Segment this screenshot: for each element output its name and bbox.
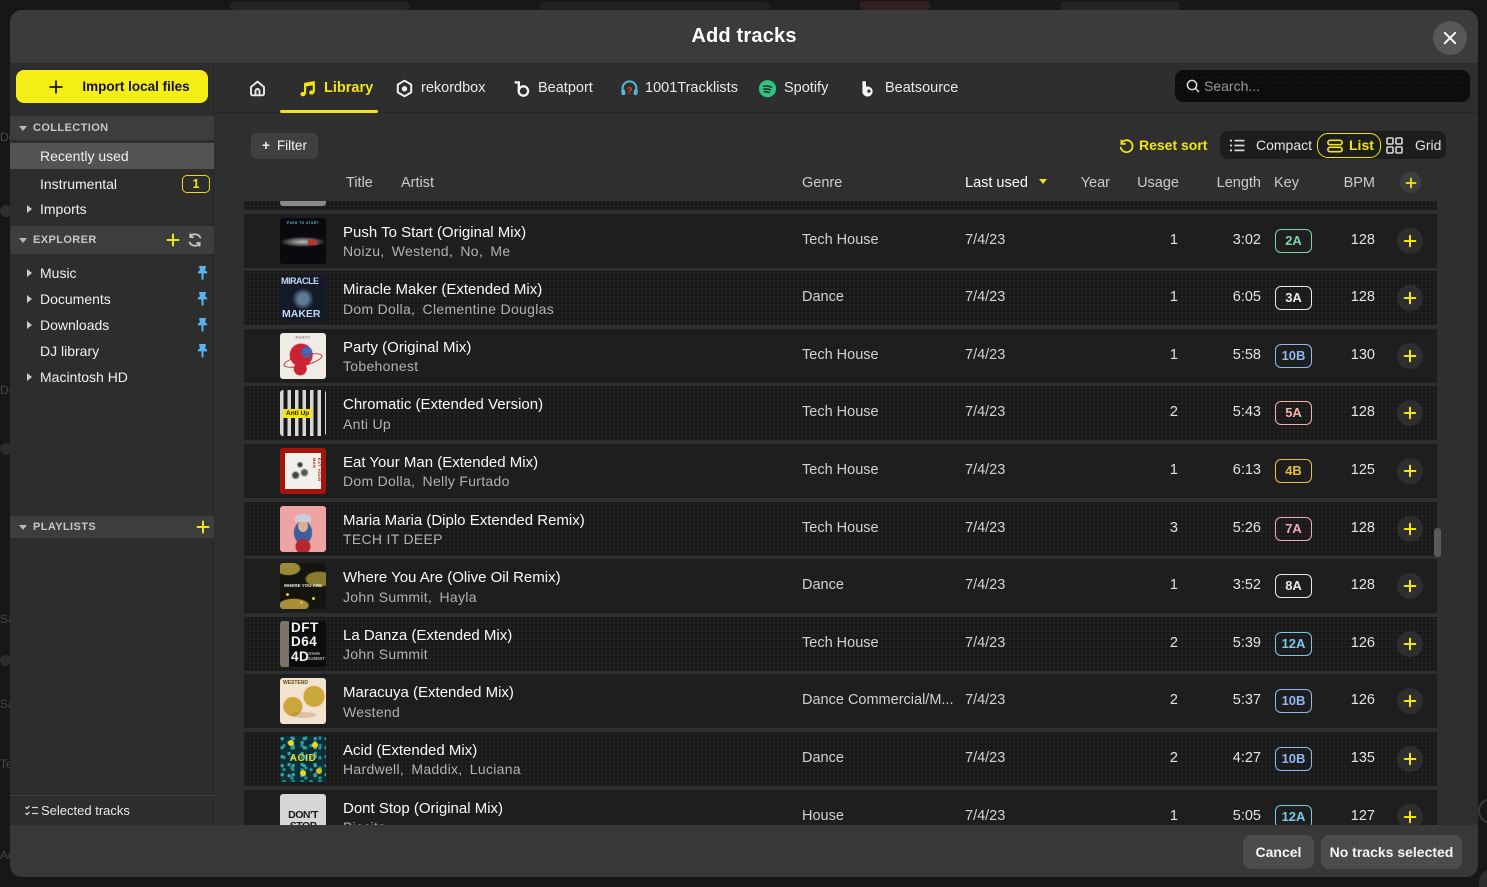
svg-text:?: ? [626, 85, 632, 97]
